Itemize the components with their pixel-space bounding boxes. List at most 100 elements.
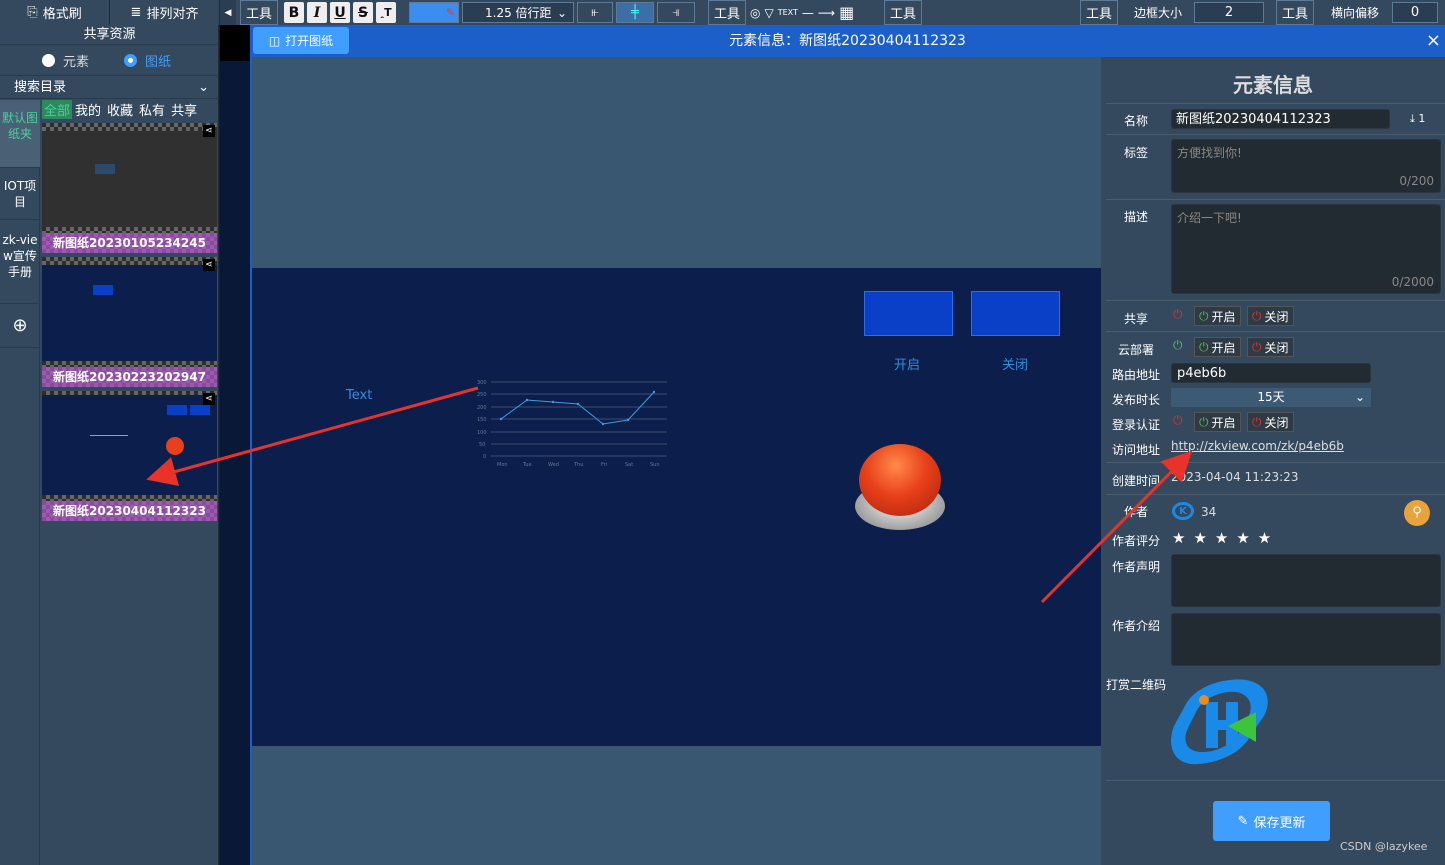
category-iot[interactable]: IOT项目 bbox=[0, 168, 40, 220]
on-switch-label: 开启 bbox=[894, 358, 921, 373]
y-tick: 50 bbox=[479, 442, 485, 448]
desc-textarea[interactable]: 介绍一下吧! 0/2000 bbox=[1171, 204, 1441, 294]
url-link[interactable]: http://zkview.com/zk/p4eb6b bbox=[1171, 439, 1344, 453]
power-icon: ⏻ bbox=[1252, 414, 1262, 429]
off-switch-widget[interactable] bbox=[971, 291, 1060, 336]
arrow-icon[interactable]: ⟶ bbox=[818, 6, 835, 20]
bold-button[interactable]: B bbox=[284, 2, 304, 23]
name-input[interactable]: 新图纸20230404112323 bbox=[1171, 109, 1390, 129]
tool-group-5[interactable]: 工具 bbox=[1276, 0, 1314, 25]
text-widget[interactable]: Text bbox=[346, 388, 372, 403]
x-tick: Sun bbox=[650, 462, 660, 468]
triangle-icon[interactable]: ▽ bbox=[764, 6, 773, 20]
tab-favorites[interactable]: 收藏 bbox=[104, 100, 136, 119]
tool-group-2[interactable]: 工具 bbox=[708, 0, 746, 25]
text-shape[interactable]: TEXT bbox=[778, 8, 798, 17]
x-tick: Fri bbox=[601, 462, 607, 468]
share-icon[interactable]: ⋖ bbox=[203, 125, 215, 137]
cloud-on-button[interactable]: ⏻ 开启 bbox=[1194, 337, 1241, 357]
drawing-thumb-3[interactable]: ⋖ 新图纸20230404112323 bbox=[42, 391, 217, 521]
auth-on-button[interactable]: ⏻ 开启 bbox=[1194, 412, 1241, 432]
power-icon: ⏻ bbox=[1252, 308, 1262, 323]
power-icon: ⏻ bbox=[1252, 339, 1262, 354]
rating-stars[interactable]: ★★★★★ bbox=[1172, 529, 1279, 547]
brush-icon: ⎘ bbox=[27, 5, 38, 20]
tag-textarea[interactable]: 方便找到你! 0/200 bbox=[1171, 139, 1441, 193]
x-tick: Tue bbox=[522, 462, 532, 468]
italic-button[interactable]: I bbox=[307, 2, 327, 23]
radio-drawing[interactable]: 图纸 bbox=[124, 51, 171, 70]
align-center-button[interactable]: ╪ bbox=[616, 2, 654, 23]
created-value: 2023-04-04 11:23:23 bbox=[1171, 470, 1299, 484]
x-tick: Thu bbox=[573, 462, 583, 468]
red-push-button[interactable] bbox=[859, 444, 941, 516]
pen-icon: ✎ bbox=[446, 6, 456, 19]
power-off-icon: ⏻ bbox=[1173, 307, 1183, 321]
color-picker[interactable]: ✎ bbox=[409, 2, 459, 23]
divider bbox=[1106, 780, 1445, 781]
tab-shared[interactable]: 共享 bbox=[168, 100, 200, 119]
share-off-button[interactable]: ⏻ 关闭 bbox=[1247, 306, 1294, 326]
power-off-icon: ⏻ bbox=[1173, 413, 1183, 427]
share-icon[interactable]: ⋖ bbox=[203, 393, 215, 405]
share-on-button[interactable]: ⏻ 开启 bbox=[1194, 306, 1241, 326]
align-icon: ≣ bbox=[130, 5, 142, 20]
format-brush-button[interactable]: ⎘ 格式刷 bbox=[0, 0, 110, 25]
share-icon[interactable]: ⋖ bbox=[203, 259, 215, 271]
thumb-chart bbox=[90, 435, 128, 436]
collapse-arrow-icon[interactable]: ◀ bbox=[220, 0, 236, 25]
circle-icon[interactable]: ◎ bbox=[750, 6, 760, 20]
arrange-align-button[interactable]: ≣ 排列对齐 bbox=[110, 0, 220, 25]
route-input[interactable]: p4eb6b bbox=[1171, 363, 1371, 383]
font-size-icon[interactable]: ꞈT bbox=[376, 2, 396, 23]
on-switch-widget[interactable] bbox=[864, 291, 953, 336]
category-zkview[interactable]: zk-view宣传手册 bbox=[0, 220, 40, 304]
intro-textarea[interactable] bbox=[1171, 613, 1441, 666]
cloud-label: 云部署 bbox=[1118, 343, 1155, 357]
strike-button[interactable]: S bbox=[353, 2, 373, 23]
cloud-off-button[interactable]: ⏻ 关闭 bbox=[1247, 337, 1294, 357]
desc-label: 描述 bbox=[1124, 210, 1149, 224]
underline-button[interactable]: U bbox=[330, 2, 350, 23]
canvas-ruler bbox=[220, 25, 250, 61]
border-size-input[interactable]: 2 bbox=[1194, 2, 1264, 23]
drawing-thumb-2[interactable]: ⋖ 新图纸20230223202947 bbox=[42, 257, 217, 387]
thumb-shape bbox=[190, 405, 210, 415]
watermark: CSDN @lazykee bbox=[1340, 840, 1428, 853]
save-update-button[interactable]: ✎ 保存更新 bbox=[1213, 801, 1330, 841]
align-right-button[interactable]: ⫣ bbox=[657, 2, 695, 23]
tool-group-4[interactable]: 工具 bbox=[1080, 0, 1118, 25]
divider bbox=[1106, 331, 1445, 332]
search-icon[interactable]: ⚲ bbox=[1404, 500, 1430, 526]
power-icon: ⏻ bbox=[1199, 339, 1209, 354]
modal-header: ◫ 打开图纸 元素信息：新图纸20230404112323 × bbox=[250, 25, 1445, 57]
table-icon[interactable]: ▦ bbox=[839, 3, 854, 22]
tab-mine[interactable]: 我的 bbox=[72, 100, 104, 119]
book-icon: ◫ bbox=[268, 33, 281, 48]
radio-element[interactable]: 元素 bbox=[42, 51, 89, 70]
open-drawing-button[interactable]: ◫ 打开图纸 bbox=[253, 27, 349, 54]
add-category-icon[interactable]: ⊕ bbox=[0, 304, 40, 348]
y-tick: 150 bbox=[477, 417, 487, 423]
line-spacing-select[interactable]: 1.25 倍行距 ⌄ bbox=[462, 2, 574, 23]
statement-textarea[interactable] bbox=[1171, 554, 1441, 607]
power-icon: ⏻ bbox=[1199, 414, 1209, 429]
drawing-thumb-1[interactable]: ⋖ 新图纸20230105234245 bbox=[42, 123, 217, 253]
drawing-canvas: Text 300 250 200 150 100 50 0 Mon Tue Wed Thu Fri S… bbox=[252, 268, 1103, 746]
h-offset-input[interactable]: 0 bbox=[1392, 2, 1438, 23]
tab-private[interactable]: 私有 bbox=[136, 100, 168, 119]
line-icon[interactable]: — bbox=[802, 6, 814, 20]
preview-area: Text 300 250 200 150 100 50 0 Mon Tue Wed Thu Fri S… bbox=[250, 57, 1103, 865]
close-icon[interactable]: × bbox=[1426, 25, 1441, 57]
search-dir-select[interactable]: 搜索目录 ⌄ bbox=[0, 75, 219, 99]
align-left-button[interactable]: ⫦ bbox=[577, 2, 613, 23]
tab-all[interactable]: 全部 bbox=[42, 100, 73, 119]
tool-group-3[interactable]: 工具 bbox=[884, 0, 922, 25]
qr-logo-image bbox=[1171, 679, 1268, 765]
publish-select[interactable]: 15天 ⌄ bbox=[1171, 388, 1371, 407]
category-default[interactable]: 默认图纸夹 bbox=[0, 100, 40, 168]
h-offset-label: 横向偏移 bbox=[1331, 6, 1380, 20]
line-chart-widget[interactable]: 300 250 200 150 100 50 0 Mon Tue Wed Thu Fri Sat Sun bbox=[477, 376, 671, 468]
auth-off-button[interactable]: ⏻ 关闭 bbox=[1247, 412, 1294, 432]
tool-group-1[interactable]: 工具 bbox=[240, 0, 278, 25]
